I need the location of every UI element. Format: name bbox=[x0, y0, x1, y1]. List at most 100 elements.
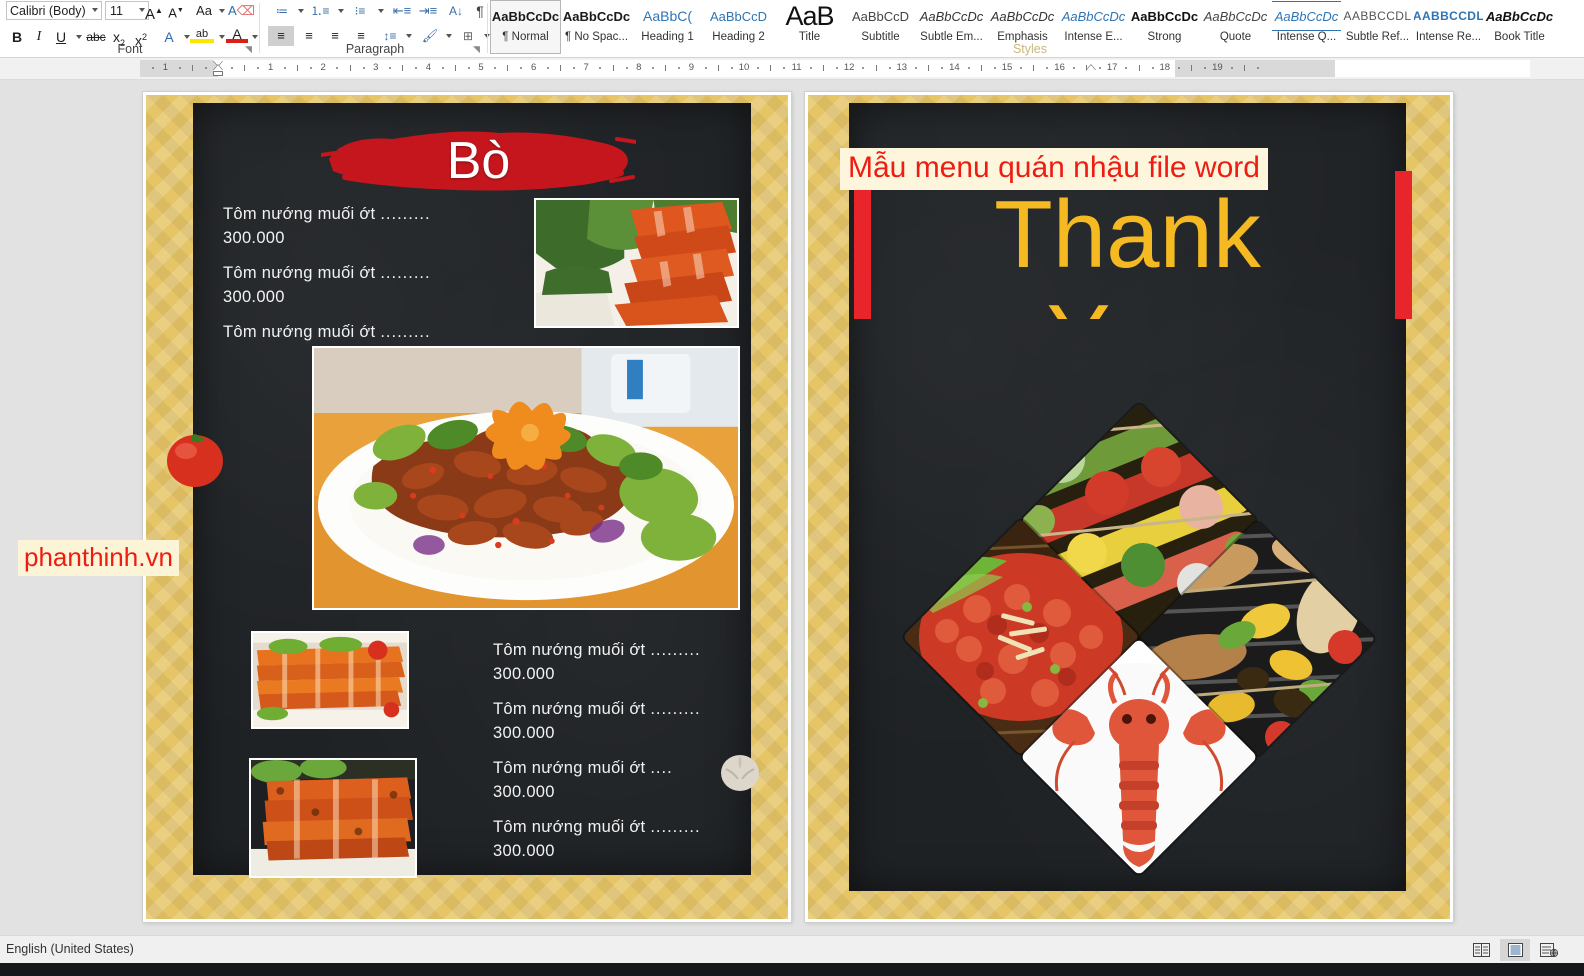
menu-item: Tôm nướng muối ớt ......... 300.000 bbox=[493, 815, 783, 863]
font-name-combobox[interactable]: Calibri (Body) bbox=[6, 1, 102, 20]
ruler-quarter-mark bbox=[1256, 67, 1259, 69]
ruler-quarter-mark bbox=[1125, 67, 1128, 69]
grilled-shrimp-photo-lower-left-2 bbox=[249, 758, 417, 878]
chevron-down-icon[interactable] bbox=[219, 9, 225, 13]
garlic-decoration bbox=[716, 747, 764, 795]
ruler-quarter-mark bbox=[809, 67, 812, 69]
site-watermark: phanthinh.vn bbox=[18, 540, 179, 576]
ruler-tick-label: 6 bbox=[530, 62, 537, 73]
chevron-down-icon[interactable] bbox=[378, 9, 384, 13]
chevron-down-icon[interactable] bbox=[298, 9, 304, 13]
ruler-quarter-mark bbox=[1046, 67, 1049, 69]
ribbon-group-paragraph: ≔ ⒈≡ ⁝≡ ⇤≡ ⇥≡ A↓ ¶ ≡ ≡ ≡ ≡ ↕≡ 🖌 ⊞ Paragr… bbox=[262, 0, 490, 58]
chevron-down-icon[interactable] bbox=[446, 34, 452, 38]
read-mode-view-button[interactable] bbox=[1466, 939, 1496, 961]
grilled-shrimp-photo-lower-left-1 bbox=[251, 631, 409, 729]
menu-item-price: 300.000 bbox=[493, 665, 555, 683]
chevron-down-icon[interactable] bbox=[406, 34, 412, 38]
font-size-value: 11 bbox=[110, 4, 123, 18]
grow-font-icon[interactable]: A▲ bbox=[143, 1, 165, 23]
change-case-icon[interactable]: Aa bbox=[192, 1, 216, 21]
increase-indent-icon[interactable]: ⇥≡ bbox=[416, 1, 440, 21]
horizontal-ruler[interactable]: 1 1 2 3 4 5 6 7 8 9 10 11 12 13 14 15 16 17 18 19 bbox=[140, 60, 1530, 77]
ruler-quarter-mark bbox=[573, 67, 576, 69]
read-mode-icon bbox=[1472, 943, 1490, 957]
menu-item-price: 300.000 bbox=[223, 288, 285, 306]
ruler-half-mark bbox=[191, 65, 193, 71]
ruler-quarter-mark bbox=[862, 67, 865, 69]
ruler-quarter-mark bbox=[1230, 67, 1233, 69]
chevron-down-icon[interactable] bbox=[76, 35, 82, 39]
chevron-down-icon[interactable] bbox=[252, 35, 258, 39]
ruler-half-mark bbox=[402, 65, 404, 71]
ruler-tick-label: 10 bbox=[738, 62, 750, 73]
ruler-quarter-mark bbox=[415, 67, 418, 69]
paragraph-dialog-launcher[interactable]: ◥ bbox=[471, 44, 482, 55]
ruler-quarter-mark bbox=[1177, 67, 1180, 69]
font-color-icon[interactable]: A bbox=[226, 25, 248, 43]
thank-heading: Thank bbox=[994, 181, 1261, 288]
sort-icon[interactable]: A↓ bbox=[445, 1, 467, 21]
menu-item-dots: ......... bbox=[380, 205, 431, 223]
grilled-shrimp-photo-top-right bbox=[534, 198, 739, 328]
bullets-icon[interactable]: ≔ bbox=[270, 1, 294, 21]
ruler-half-mark bbox=[244, 65, 246, 71]
left-indent-marker[interactable] bbox=[213, 71, 223, 76]
ruler-tick-label: 11 bbox=[791, 62, 802, 73]
document-page-2[interactable]: Thank You bbox=[805, 92, 1453, 922]
ruler-quarter-mark bbox=[204, 67, 207, 69]
ribbon: Calibri (Body) 11 A▲ A▼ Aa A⌫ B I U abc … bbox=[0, 0, 1584, 58]
group-divider bbox=[259, 3, 260, 53]
ruler-half-mark bbox=[770, 65, 772, 71]
ruler-quarter-mark bbox=[651, 67, 654, 69]
ruler-quarter-mark bbox=[888, 67, 891, 69]
shrink-font-icon[interactable]: A▼ bbox=[165, 1, 187, 21]
font-dialog-launcher[interactable]: ◥ bbox=[243, 44, 254, 55]
text-highlight-color-icon[interactable]: ab bbox=[190, 25, 214, 43]
multilevel-list-icon[interactable]: ⁝≡ bbox=[348, 1, 372, 21]
ruler-quarter-mark bbox=[388, 67, 391, 69]
style-preview: AaBbCcD bbox=[709, 8, 768, 24]
ruler-half-mark bbox=[296, 65, 298, 71]
numbering-icon[interactable]: ⒈≡ bbox=[308, 1, 332, 21]
tomato-decoration bbox=[164, 425, 226, 489]
clear-formatting-icon[interactable]: A⌫ bbox=[228, 1, 255, 21]
document-page-1[interactable]: Bò Tôm nướng muối ớt ......... 300.000 Tôm… bbox=[143, 92, 791, 922]
menu-item-price: 300.000 bbox=[223, 229, 285, 247]
menu-item-name: Tôm nướng muối ớt bbox=[223, 205, 381, 223]
decrease-indent-icon[interactable]: ⇤≡ bbox=[390, 1, 414, 21]
ruler-half-mark bbox=[822, 65, 824, 71]
ruler-quarter-mark bbox=[1072, 67, 1075, 69]
style-preview: AaBbCcDc bbox=[1130, 8, 1199, 24]
style-preview: AaBbCcDc bbox=[990, 8, 1055, 24]
menu-item: Tôm nướng muối ớt ......... bbox=[223, 320, 493, 344]
ruler-quarter-mark bbox=[914, 67, 917, 69]
ruler-tick-label: 15 bbox=[1001, 62, 1013, 73]
style-preview: AaBbCcDc bbox=[562, 8, 631, 24]
ruler-half-mark bbox=[875, 65, 877, 71]
document-canvas[interactable]: Bò Tôm nướng muối ớt ......... 300.000 Tôm… bbox=[0, 80, 1584, 935]
ruler-quarter-mark bbox=[257, 67, 260, 69]
ruler-half-mark bbox=[349, 65, 351, 71]
menu-item-name: Tôm nướng muối ớt bbox=[223, 264, 381, 282]
right-indent-marker[interactable] bbox=[1086, 65, 1097, 71]
web-layout-view-button[interactable] bbox=[1534, 939, 1564, 961]
chevron-down-icon[interactable] bbox=[338, 9, 344, 13]
print-layout-view-button[interactable] bbox=[1500, 939, 1530, 961]
ruler-tick-label: 13 bbox=[896, 62, 908, 73]
status-language[interactable]: English (United States) bbox=[6, 942, 134, 956]
ruler-quarter-mark bbox=[599, 67, 602, 69]
menu-item-dots: .... bbox=[650, 759, 673, 777]
style-preview: AaBbCcDc bbox=[1061, 8, 1126, 24]
styles-group-label: Styles bbox=[1012, 42, 1048, 56]
status-bar: English (United States) bbox=[0, 935, 1584, 963]
ruler-tick-label: 16 bbox=[1054, 62, 1065, 73]
ruler-half-mark bbox=[559, 65, 561, 71]
font-name-value: Calibri (Body) bbox=[10, 4, 86, 18]
chevron-down-icon[interactable] bbox=[219, 35, 225, 39]
menu-item-price: 300.000 bbox=[493, 724, 555, 742]
menu-item: Tôm nướng muối ớt ......... 300.000 bbox=[223, 261, 493, 309]
style-preview: AaBbC( bbox=[642, 8, 693, 24]
chevron-down-icon[interactable] bbox=[92, 8, 98, 12]
ruler-quarter-mark bbox=[178, 67, 181, 69]
